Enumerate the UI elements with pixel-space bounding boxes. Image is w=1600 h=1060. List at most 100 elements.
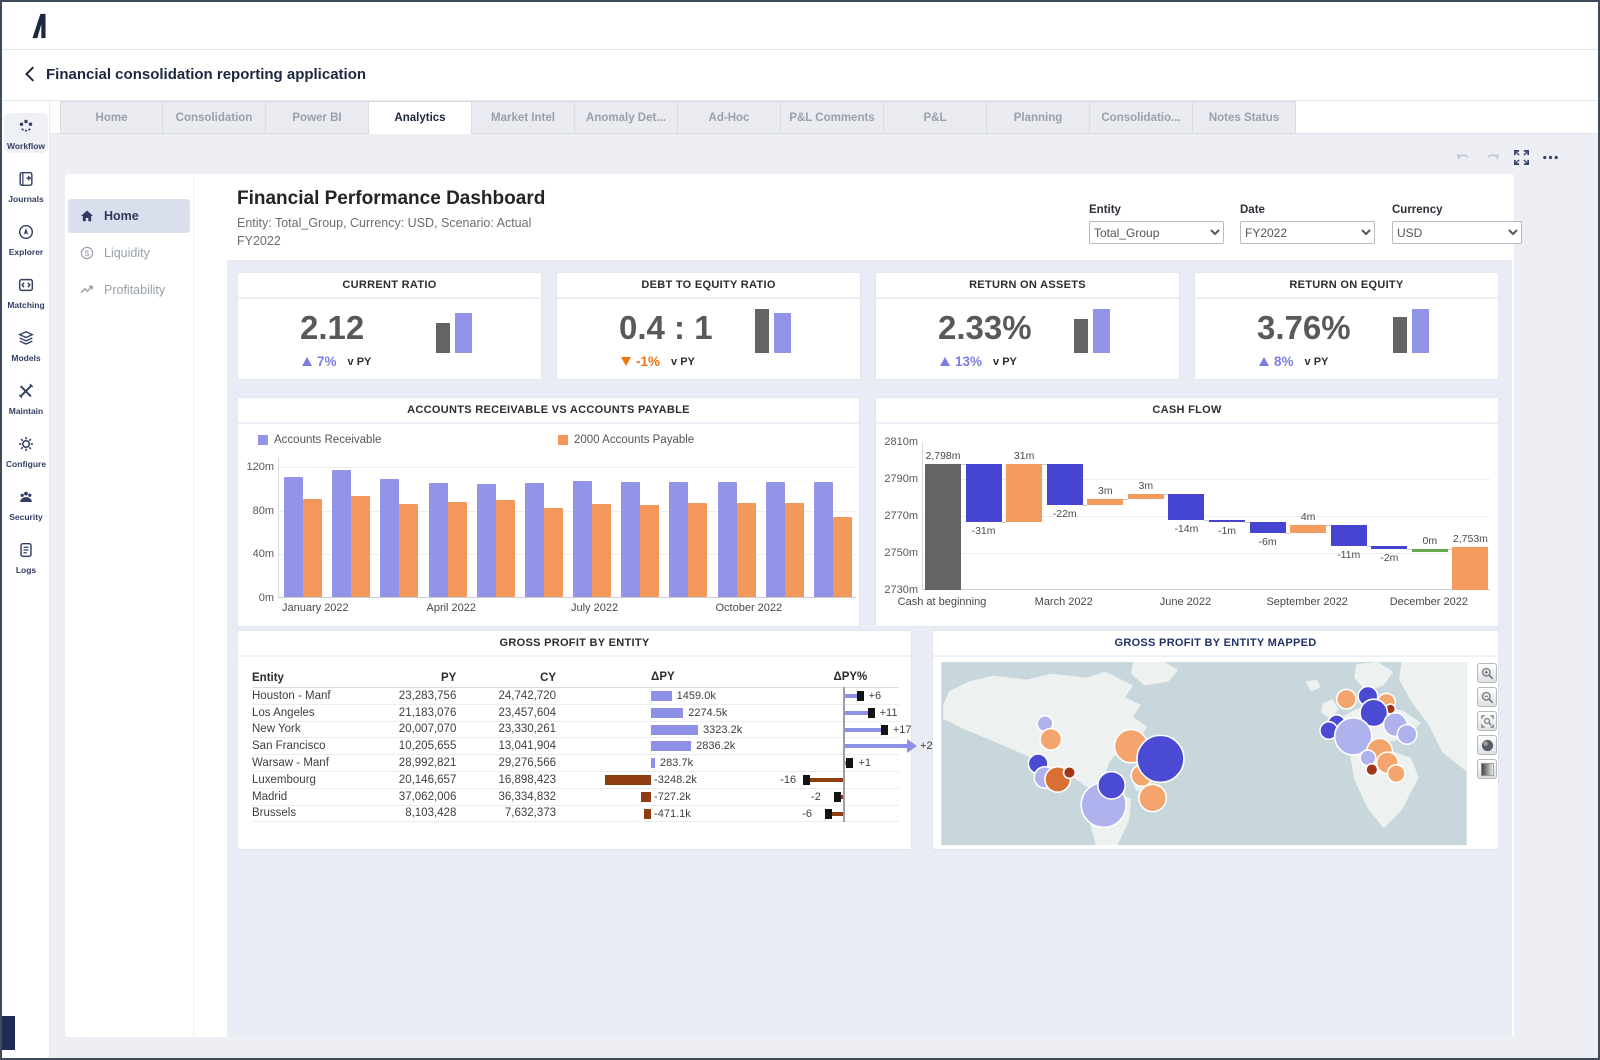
kpi-title: CURRENT RATIO: [238, 273, 541, 299]
column-header-3: ΔPY: [556, 669, 755, 687]
cell-delta-py: 283.7k: [556, 755, 755, 771]
filter-select-entity[interactable]: Total_Group: [1089, 221, 1224, 244]
cell-delta-py-pct: +6: [755, 687, 899, 705]
bullet-line: [845, 727, 883, 732]
map-control-zoom-out[interactable]: [1477, 687, 1497, 707]
tab-market-intel[interactable]: Market Intel: [472, 101, 575, 134]
tab-notes-status[interactable]: Notes Status: [1193, 101, 1296, 134]
delta-value-label: 2836.2k: [696, 740, 736, 753]
cell-delta-py: -727.2k: [556, 789, 755, 805]
delta-bar: [640, 791, 652, 802]
subnav-item-profitability[interactable]: Profitability: [68, 273, 190, 307]
kpi-delta-value: 7%: [317, 354, 337, 369]
map-bubble[interactable]: [1138, 783, 1168, 813]
cell-delta-py-pct: -16: [755, 770, 899, 789]
tab-analytics[interactable]: Analytics: [369, 101, 472, 134]
map-bubble[interactable]: [1365, 762, 1379, 777]
cell-py: 8,103,428: [405, 807, 457, 820]
cell-entity: New York: [252, 723, 301, 736]
bar-payable: [495, 499, 515, 597]
subnav-item-liquidity[interactable]: $ Liquidity: [68, 236, 190, 270]
map-bubble[interactable]: [1386, 763, 1406, 784]
waterfall-connector: [1123, 499, 1128, 501]
kpi-card-current-ratio: CURRENT RATIO 2.12 7% v PY: [237, 272, 542, 380]
kpi-vs-label: v PY: [1304, 355, 1329, 368]
cell-delta-py: 2274.5k: [556, 705, 755, 721]
more-ellipsis-icon[interactable]: [1541, 148, 1560, 167]
bar-receivable: [813, 482, 833, 597]
tab-ad-hoc[interactable]: Ad-Hoc: [678, 101, 781, 134]
sidebar-item-label: Matching: [7, 300, 45, 310]
map-bubble[interactable]: [1335, 688, 1357, 710]
tab-consolidation[interactable]: Consolidation: [163, 101, 266, 134]
tab-consolidatio-[interactable]: Consolidatio...: [1090, 101, 1193, 134]
sidebar-item-configure[interactable]: Configure: [4, 431, 48, 471]
sidebar-item-models[interactable]: Models: [4, 325, 48, 365]
back-chevron-icon[interactable]: [22, 65, 40, 83]
tab-home[interactable]: Home: [60, 101, 163, 134]
tab-strip: Home Consolidation Power BI Analytics Market…: [60, 101, 1296, 134]
tab-p-l-comments[interactable]: P&L Comments: [781, 101, 884, 134]
kpi-bar-py: [436, 323, 450, 353]
left-icon-rail: Workflow Journals Explorer Matching Models Ma…: [2, 101, 50, 1058]
sidebar-item-explorer[interactable]: Explorer: [4, 219, 48, 259]
undo-icon[interactable]: [1454, 148, 1473, 167]
delta-bar: [605, 774, 652, 785]
subnav-item-home[interactable]: Home: [68, 199, 190, 233]
map-bubble[interactable]: [1097, 770, 1127, 800]
bullet-line: [845, 710, 870, 715]
delta-up-icon: [302, 357, 312, 366]
gross-profit-map-card: GROSS PROFIT BY ENTITY MAPPED: [932, 630, 1499, 850]
world-map[interactable]: [939, 662, 1469, 845]
map-bubble[interactable]: [1396, 723, 1418, 745]
waterfall-step-bar: [1209, 519, 1245, 522]
kpi-bar-py: [755, 309, 769, 353]
map-bubble[interactable]: [1039, 727, 1063, 751]
filter-select-currency[interactable]: USD: [1392, 221, 1522, 244]
sidebar-item-security[interactable]: Security: [4, 484, 48, 524]
app-title: Financial consolidation reporting applic…: [46, 66, 367, 83]
sidebar-item-workflow[interactable]: Workflow: [4, 113, 48, 153]
map-bubble[interactable]: [1136, 734, 1185, 784]
sidebar-item-label: Explorer: [8, 247, 44, 257]
waterfall-connector: [1082, 504, 1088, 506]
kpi-value: 3.76%: [1257, 309, 1351, 346]
delta-value-label: 2274.5k: [688, 706, 728, 719]
y-axis-tick: 0m: [258, 592, 274, 604]
dashboard-panel: Home $ Liquidity Profitability Financial Pe…: [65, 174, 1522, 1037]
logs-icon: [17, 542, 35, 563]
map-control-zoom-selection[interactable]: [1477, 711, 1497, 731]
table-row: Los Angeles 21,183,076 23,457,604 2274.5k +1…: [252, 703, 899, 722]
pct-value-label: -16: [780, 773, 797, 786]
tab-planning[interactable]: Planning: [987, 101, 1090, 134]
bar-receivable: [524, 483, 544, 597]
y-axis-tick: 2770m: [884, 510, 918, 522]
waterfall-value-label: 4m: [1300, 511, 1316, 524]
bar-receivable: [669, 482, 689, 597]
legend-item: Accounts Receivable: [258, 434, 381, 446]
tab-anomaly-det-[interactable]: Anomaly Det...: [575, 101, 678, 134]
table-header-row: Entity PY CY ΔPY ΔPY%: [252, 669, 899, 688]
map-bubble[interactable]: [1333, 716, 1373, 756]
x-axis-tick: January 2022: [282, 602, 349, 614]
cell-delta-py: 3323.2k: [556, 722, 755, 738]
expand-icon[interactable]: [1512, 148, 1531, 167]
sidebar-item-journals[interactable]: Journals: [4, 166, 48, 206]
tab-p-l[interactable]: P&L: [884, 101, 987, 134]
map-control-globe[interactable]: [1477, 735, 1497, 755]
redo-icon[interactable]: [1483, 148, 1502, 167]
cell-delta-py: -471.1k: [556, 806, 755, 822]
map-bubble[interactable]: [1062, 765, 1077, 780]
sidebar-item-logs[interactable]: Logs: [4, 537, 48, 577]
map-control-zoom-in[interactable]: [1477, 663, 1497, 683]
page-title: Financial Performance Dashboard: [237, 188, 546, 209]
tab-power-bi[interactable]: Power BI: [266, 101, 369, 134]
map-control-gradient[interactable]: [1477, 759, 1497, 779]
filter-select-date[interactable]: FY2022: [1240, 221, 1375, 244]
gross-profit-table-card: GROSS PROFIT BY ENTITY Entity PY CY ΔPY ΔPY% H…: [237, 630, 939, 850]
sidebar-item-matching[interactable]: Matching: [4, 272, 48, 312]
bar-receivable: [284, 476, 303, 597]
sidebar-item-maintain[interactable]: Maintain: [4, 378, 48, 418]
waterfall-value-label: 3m: [1138, 479, 1154, 492]
cell-delta-py-pct: +1: [755, 754, 899, 772]
